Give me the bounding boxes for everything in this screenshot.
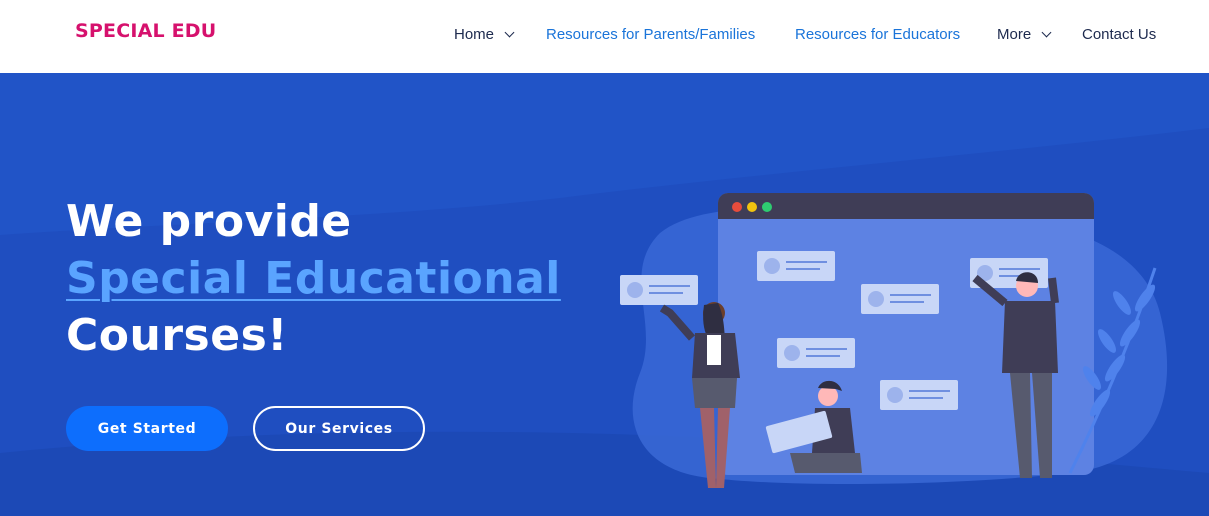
nav-item-label: Resources for Parents/Families: [546, 25, 756, 43]
nav-item-label: More: [997, 25, 1032, 43]
nav-item-resources-educators[interactable]: Resources for Educators: [795, 24, 960, 44]
window-minimize-dot: [747, 202, 757, 212]
nav-item-contact[interactable]: Contact Us: [1082, 24, 1156, 44]
nav-item-home[interactable]: Home: [454, 24, 515, 44]
our-services-button[interactable]: Our Services: [253, 406, 425, 451]
nav-item-resources-parents[interactable]: Resources for Parents/Families: [546, 24, 755, 44]
chevron-down-icon: [1041, 27, 1052, 37]
nav-item-label: Contact Us: [1082, 25, 1157, 43]
hero-heading-line1: We provide: [66, 196, 352, 247]
chevron-down-icon: [504, 27, 515, 37]
hero-heading-line3: Courses!: [66, 310, 288, 361]
nav-item-label: Resources for Educators: [795, 25, 961, 43]
window-close-dot: [732, 202, 742, 212]
hero-section: We provide Special Educational Courses! …: [0, 73, 1209, 516]
site-header: SPECIAL EDU Home Resources for Parents/F…: [0, 0, 1209, 73]
site-logo[interactable]: SPECIAL EDU: [75, 20, 216, 42]
nav-item-more[interactable]: More: [997, 24, 1052, 44]
window-maximize-dot: [762, 202, 772, 212]
browser-titlebar: [718, 193, 1094, 219]
get-started-button[interactable]: Get Started: [66, 406, 228, 451]
hero-heading-highlight: Special Educational: [66, 253, 561, 304]
nav-item-label: Home: [454, 25, 495, 43]
hero-illustration: [620, 193, 1168, 488]
